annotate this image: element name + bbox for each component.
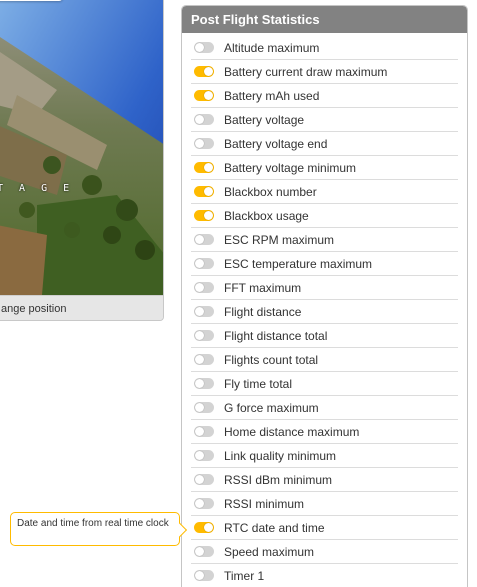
stat-label: RSSI dBm minimum xyxy=(224,472,333,487)
stat-toggle-switch[interactable] xyxy=(194,90,214,101)
stat-toggle-switch[interactable] xyxy=(194,234,214,245)
stat-label: Battery mAh used xyxy=(224,88,320,103)
stat-toggle-switch[interactable] xyxy=(194,66,214,77)
list-item: Link quality minimum xyxy=(191,444,458,468)
stat-label: Flight distance total xyxy=(224,328,328,343)
list-item: ESC temperature maximum xyxy=(191,252,458,276)
stat-label: Link quality minimum xyxy=(224,448,337,463)
stat-label: RTC date and time xyxy=(224,520,325,535)
stat-toggle-switch[interactable] xyxy=(194,450,214,461)
list-item: Battery mAh used xyxy=(191,84,458,108)
list-item: Timer 1 xyxy=(191,564,458,587)
stat-toggle-switch[interactable] xyxy=(194,378,214,389)
stat-label: Flight distance xyxy=(224,304,302,319)
stat-toggle-switch[interactable] xyxy=(194,258,214,269)
list-item: Battery voltage minimum xyxy=(191,156,458,180)
list-item: RSSI dBm minimum xyxy=(191,468,458,492)
list-item: RTC date and time xyxy=(191,516,458,540)
stat-toggle-switch[interactable] xyxy=(194,162,214,173)
stat-toggle-switch[interactable] xyxy=(194,114,214,125)
stat-toggle-switch[interactable] xyxy=(194,354,214,365)
stat-label: G force maximum xyxy=(224,400,319,415)
list-item: Battery voltage end xyxy=(191,132,458,156)
osd-overlay-text: T A G E xyxy=(0,183,75,194)
osd-preview-panel: T A G E ange position xyxy=(0,0,164,321)
stat-toggle-switch[interactable] xyxy=(194,306,214,317)
list-item: Speed maximum xyxy=(191,540,458,564)
stat-label: Blackbox usage xyxy=(224,208,309,223)
stat-label: Home distance maximum xyxy=(224,424,360,439)
stat-toggle-switch[interactable] xyxy=(194,498,214,509)
stat-toggle-switch[interactable] xyxy=(194,474,214,485)
stat-toggle-switch[interactable] xyxy=(194,522,214,533)
stat-label: ESC RPM maximum xyxy=(224,232,335,247)
stat-label: Fly time total xyxy=(224,376,293,391)
stat-label: Battery voltage minimum xyxy=(224,160,357,175)
list-item: Fly time total xyxy=(191,372,458,396)
list-item: ESC RPM maximum xyxy=(191,228,458,252)
stat-label: Blackbox number xyxy=(224,184,317,199)
stat-label: ESC temperature maximum xyxy=(224,256,373,271)
list-item: FFT maximum xyxy=(191,276,458,300)
fpv-camera-image xyxy=(0,0,163,295)
stat-label: Battery voltage end xyxy=(224,136,328,151)
list-item: Flights count total xyxy=(191,348,458,372)
panel-title: Post Flight Statistics xyxy=(182,6,467,33)
stat-toggle-switch[interactable] xyxy=(194,330,214,341)
list-item: Blackbox number xyxy=(191,180,458,204)
stat-label: RSSI minimum xyxy=(224,496,305,511)
stat-label: Timer 1 xyxy=(224,568,265,583)
stat-toggle-switch[interactable] xyxy=(194,546,214,557)
list-item: G force maximum xyxy=(191,396,458,420)
post-flight-statistics-panel: Post Flight Statistics Altitude maximum B… xyxy=(181,5,468,587)
change-position-label[interactable]: ange position xyxy=(0,295,163,320)
stat-label: Battery voltage xyxy=(224,112,305,127)
stat-toggle-switch[interactable] xyxy=(194,570,214,581)
stat-toggle-switch[interactable] xyxy=(194,138,214,149)
stat-toggle-switch[interactable] xyxy=(194,426,214,437)
stat-toggle-switch[interactable] xyxy=(194,402,214,413)
stat-label: Altitude maximum xyxy=(224,40,320,55)
list-item: Battery voltage xyxy=(191,108,458,132)
stat-label: Speed maximum xyxy=(224,544,315,559)
stat-label: Flights count total xyxy=(224,352,319,367)
list-item: Altitude maximum xyxy=(191,36,458,60)
list-item: Flight distance xyxy=(191,300,458,324)
stat-label: Battery current draw maximum xyxy=(224,64,388,79)
list-item: Blackbox usage xyxy=(191,204,458,228)
stat-toggle-switch[interactable] xyxy=(194,186,214,197)
stat-toggle-switch[interactable] xyxy=(194,42,214,53)
stat-label: FFT maximum xyxy=(224,280,302,295)
list-item: Flight distance total xyxy=(191,324,458,348)
stat-toggle-switch[interactable] xyxy=(194,210,214,221)
statistics-list: Altitude maximum Battery current draw max… xyxy=(182,36,467,587)
list-item: Battery current draw maximum xyxy=(191,60,458,84)
help-tooltip: Date and time from real time clock xyxy=(10,512,180,546)
list-item: RSSI minimum xyxy=(191,492,458,516)
top-tab-edge xyxy=(0,0,63,1)
list-item: Home distance maximum xyxy=(191,420,458,444)
stat-toggle-switch[interactable] xyxy=(194,282,214,293)
